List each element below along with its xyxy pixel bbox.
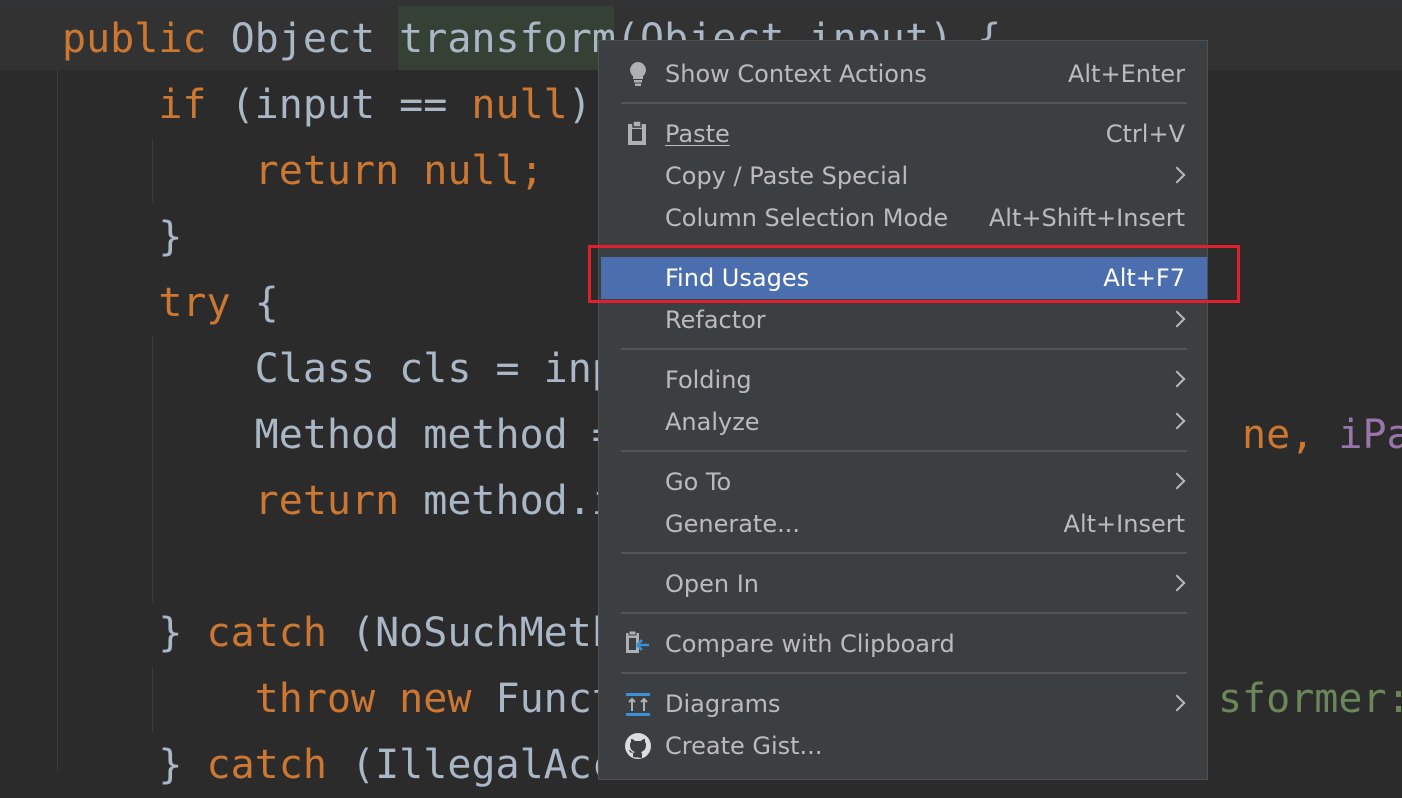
highlight-annotation-box	[588, 245, 1240, 303]
code-token: Method method =	[62, 412, 640, 458]
code-line: Class cls = inp	[62, 336, 616, 402]
menu-separator	[621, 612, 1187, 614]
code-token: Class cls = inp	[62, 346, 616, 392]
code-token: null	[471, 82, 568, 128]
chevron-right-icon	[1168, 412, 1186, 430]
menu-item-label: Analyze	[665, 408, 760, 436]
menu-item-go-to[interactable]: Go To	[599, 461, 1207, 503]
code-line: return method.i	[62, 468, 616, 534]
menu-item-label: Compare with Clipboard	[665, 630, 955, 658]
diagram-icon	[623, 689, 653, 719]
code-token: (NoSuchMeth	[351, 610, 616, 656]
menu-item-label: Copy / Paste Special	[665, 162, 909, 190]
code-token: sformer:	[1217, 676, 1402, 722]
menu-item-label: Refactor	[665, 306, 766, 334]
code-token: }	[62, 214, 183, 260]
code-token: public	[62, 16, 231, 62]
code-token: ;	[519, 148, 544, 194]
lightbulb-icon	[623, 59, 653, 89]
menu-item-label: Open In	[665, 570, 760, 598]
code-token: throw new	[62, 676, 496, 722]
menu-item-show-context-actions[interactable]: Show Context Actions Alt+Enter	[599, 53, 1207, 95]
code-token: (input ==	[230, 82, 472, 128]
github-icon	[623, 731, 653, 761]
menu-item-paste[interactable]: Paste Ctrl+V	[599, 113, 1207, 155]
menu-separator	[621, 672, 1187, 674]
indent-guide	[57, 70, 58, 770]
chevron-right-icon	[1168, 166, 1186, 184]
menu-item-refactor[interactable]: Refactor	[599, 299, 1207, 341]
menu-item-diagrams[interactable]: Diagrams	[599, 683, 1207, 725]
compare-icon	[623, 629, 653, 659]
code-token: catch	[206, 610, 351, 656]
menu-separator	[621, 102, 1187, 104]
menu-item-folding[interactable]: Folding	[599, 359, 1207, 401]
clipboard-icon	[623, 119, 653, 149]
menu-item-label: Paste	[665, 120, 730, 148]
code-token: iPara	[1338, 412, 1402, 458]
code-token: }	[62, 742, 207, 788]
code-token: (IllegalAcc	[351, 742, 616, 788]
code-token: transform	[399, 16, 616, 62]
menu-item-label: Go To	[665, 468, 732, 496]
menu-item-shortcut: Alt+Enter	[1067, 60, 1185, 88]
menu-separator	[621, 348, 1187, 350]
code-token: ne,	[1242, 412, 1339, 458]
chevron-right-icon	[1168, 310, 1186, 328]
menu-item-compare-with-clipboard[interactable]: Compare with Clipboard	[599, 623, 1207, 665]
code-token: if	[62, 82, 231, 128]
code-line: } catch (IllegalAcc	[62, 732, 616, 798]
chevron-right-icon	[1168, 370, 1186, 388]
chevron-right-icon	[1168, 694, 1186, 712]
menu-separator	[621, 450, 1187, 452]
menu-item-analyze[interactable]: Analyze	[599, 401, 1207, 443]
code-line: if (input == null)	[62, 72, 592, 138]
code-token: method.i	[423, 478, 616, 524]
code-token: }	[62, 610, 207, 656]
menu-item-open-in[interactable]: Open In	[599, 563, 1207, 605]
code-token: return	[62, 478, 424, 524]
menu-item-label: Create Gist...	[665, 732, 823, 760]
context-menu: Show Context Actions Alt+Enter Paste Ctr…	[598, 40, 1208, 780]
code-token: {	[254, 280, 279, 326]
menu-separator	[621, 552, 1187, 554]
menu-item-create-gist[interactable]: Create Gist...	[599, 725, 1207, 767]
menu-item-copy-paste-special[interactable]: Copy / Paste Special	[599, 155, 1207, 197]
chevron-right-icon	[1168, 574, 1186, 592]
menu-item-shortcut: Alt+Shift+Insert	[988, 204, 1185, 232]
code-line: return null;	[62, 138, 544, 204]
chevron-right-icon	[1168, 472, 1186, 490]
menu-item-shortcut: Ctrl+V	[1105, 120, 1185, 148]
menu-item-label: Show Context Actions	[665, 60, 927, 88]
menu-item-label: Generate...	[665, 510, 800, 538]
menu-item-label: Diagrams	[665, 690, 781, 718]
menu-item-label: Folding	[665, 366, 752, 394]
menu-item-shortcut: Alt+Insert	[1063, 510, 1185, 538]
menu-item-generate[interactable]: Generate... Alt+Insert	[599, 503, 1207, 545]
code-line: } catch (NoSuchMeth	[62, 600, 616, 666]
code-token: return	[62, 148, 424, 194]
menu-item-column-selection-mode[interactable]: Column Selection Mode Alt+Shift+Insert	[599, 197, 1207, 239]
code-token: null	[423, 148, 520, 194]
menu-item-label: Column Selection Mode	[665, 204, 949, 232]
code-line: }	[62, 204, 182, 270]
code-token: Object	[230, 16, 400, 62]
code-token: try	[62, 280, 255, 326]
code-token: catch	[206, 742, 351, 788]
code-token: )	[567, 82, 592, 128]
code-line: try {	[62, 270, 279, 336]
